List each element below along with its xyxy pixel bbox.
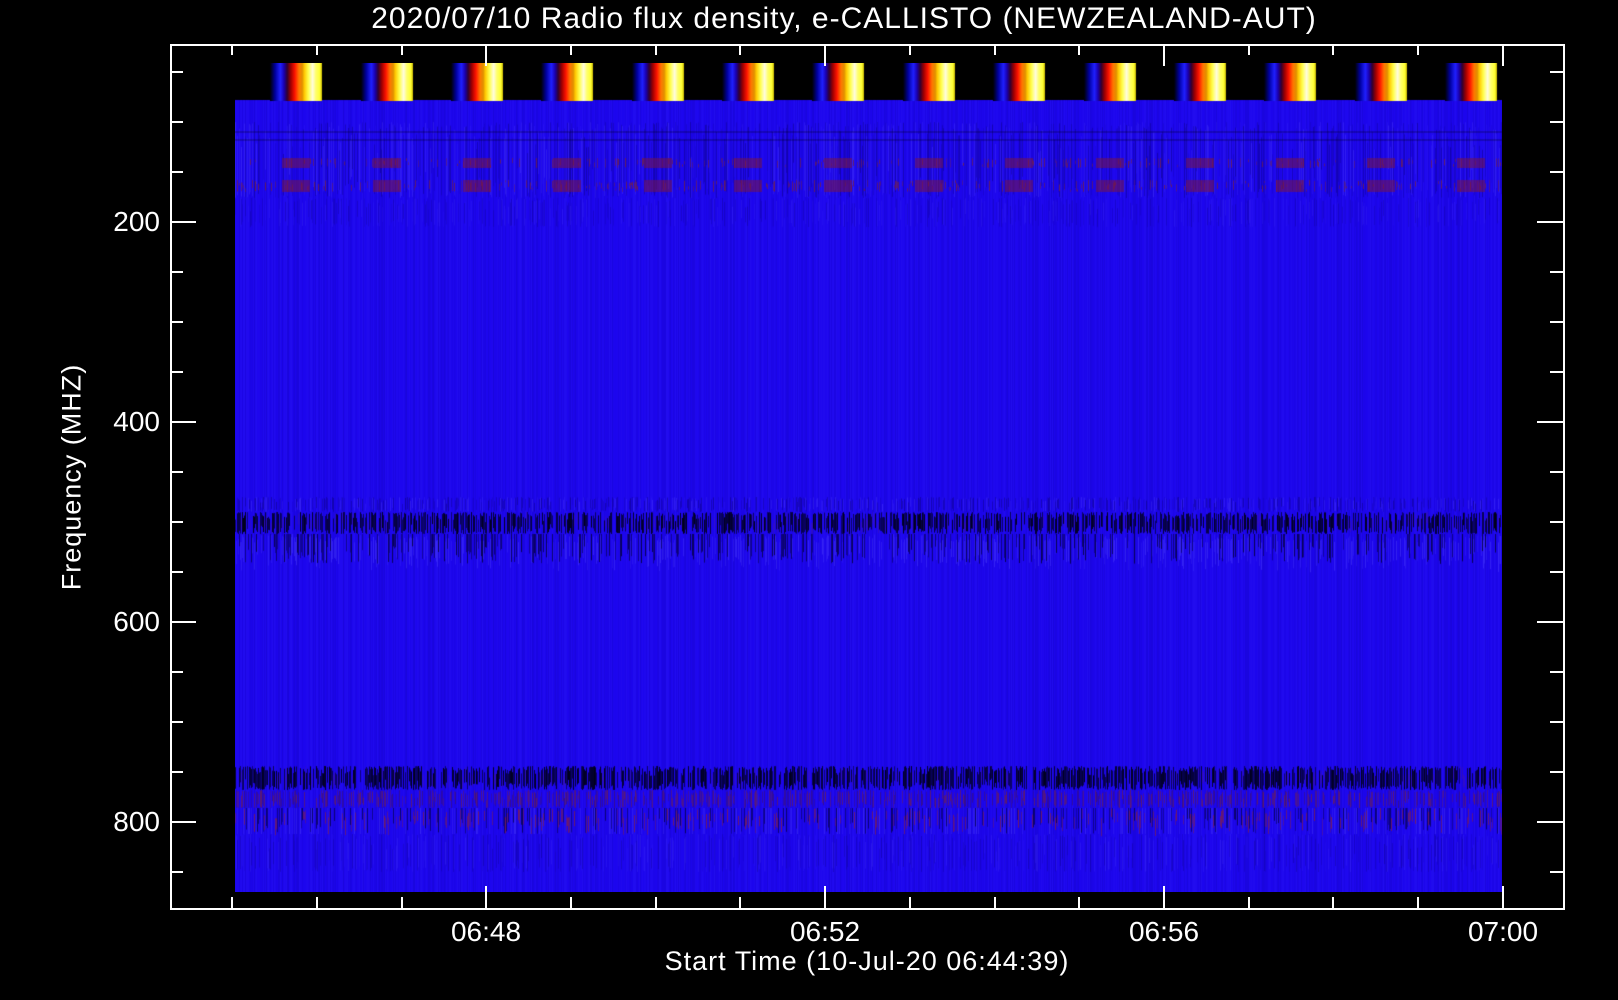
x-major-tick-top [485,44,487,66]
y-minor-tick-right [1550,371,1563,373]
y-minor-tick-right [1550,771,1563,773]
x-minor-tick-top [1248,44,1250,55]
y-minor-tick [170,171,183,173]
y-minor-tick [170,871,183,873]
y-major-tick-right [1537,621,1563,623]
y-minor-tick-right [1550,871,1563,873]
y-tick-label: 200 [113,206,160,237]
y-minor-tick-right [1550,321,1563,323]
x-major-tick-top [1502,44,1504,66]
x-minor-tick [401,897,403,908]
y-minor-tick [170,71,183,73]
x-major-tick [1502,886,1504,908]
y-major-tick [170,821,196,823]
x-minor-tick [1248,897,1250,908]
x-tick-label: 06:52 [789,916,861,947]
y-minor-tick [170,121,183,123]
y-minor-tick-right [1550,271,1563,273]
y-tick-label: 400 [113,406,160,437]
x-minor-tick-top [570,44,572,55]
x-minor-tick [994,897,996,908]
y-tick-label: 800 [113,806,160,837]
y-major-tick-right [1537,821,1563,823]
x-minor-tick [231,897,233,908]
x-minor-tick-top [316,44,318,55]
x-minor-tick [655,897,657,908]
x-minor-tick-top [1417,44,1419,55]
x-minor-tick [739,897,741,908]
y-minor-tick [170,471,183,473]
x-axis-label: Start Time (10-Jul-20 06:44:39) [664,946,1070,976]
y-major-tick [170,421,196,423]
x-minor-tick-top [994,44,996,55]
plot-title: 2020/07/10 Radio flux density, e-CALLIST… [371,2,1317,35]
y-minor-tick-right [1550,471,1563,473]
x-minor-tick [570,897,572,908]
y-major-tick [170,621,196,623]
x-major-tick-top [1163,44,1165,66]
x-tick-label: 07:00 [1467,916,1539,947]
y-minor-tick-right [1550,521,1563,523]
y-major-tick-right [1537,221,1563,223]
x-minor-tick-top [655,44,657,55]
y-minor-tick [170,371,183,373]
x-tick-label: 06:48 [450,916,522,947]
y-minor-tick [170,271,183,273]
x-major-tick-top [824,44,826,66]
y-minor-tick [170,671,183,673]
y-minor-tick [170,571,183,573]
x-major-tick [1163,886,1165,908]
x-minor-tick-top [739,44,741,55]
x-minor-tick-top [401,44,403,55]
spectrogram-figure: 2020/07/10 Radio flux density, e-CALLIST… [0,0,1618,1000]
y-minor-tick [170,771,183,773]
y-minor-tick-right [1550,571,1563,573]
x-minor-tick [316,897,318,908]
x-tick-label: 06:56 [1128,916,1200,947]
y-minor-tick-right [1550,721,1563,723]
x-minor-tick-top [909,44,911,55]
x-minor-tick-top [1078,44,1080,55]
y-tick-label: 600 [113,606,160,637]
y-axis-label: Frequency (MHZ) [56,363,87,591]
x-major-tick [485,886,487,908]
y-minor-tick-right [1550,71,1563,73]
y-minor-tick [170,321,183,323]
y-minor-tick [170,721,183,723]
x-minor-tick [1078,897,1080,908]
x-minor-tick [909,897,911,908]
y-minor-tick-right [1550,671,1563,673]
y-minor-tick-right [1550,171,1563,173]
y-minor-tick-right [1550,121,1563,123]
y-major-tick-right [1537,421,1563,423]
x-minor-tick [1332,897,1334,908]
plot-frame [170,44,1565,910]
x-minor-tick-top [231,44,233,55]
x-major-tick [824,886,826,908]
x-minor-tick-top [1332,44,1334,55]
y-major-tick [170,221,196,223]
x-minor-tick [1417,897,1419,908]
y-minor-tick [170,521,183,523]
